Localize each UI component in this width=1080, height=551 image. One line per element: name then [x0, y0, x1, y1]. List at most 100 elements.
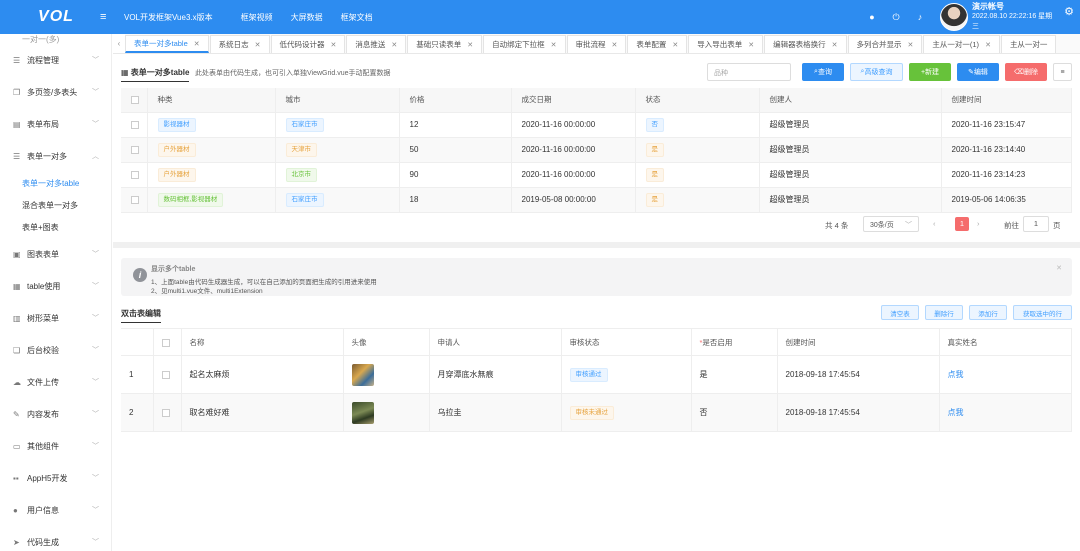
sidebar-item-one-to-many[interactable]: ☰ 表单一对多 ︿	[0, 140, 111, 172]
close-icon[interactable]: ✕	[1056, 264, 1062, 272]
close-icon[interactable]: ✕	[551, 41, 557, 49]
column-header[interactable]: 审核状态	[561, 328, 692, 356]
menu-toggle-icon[interactable]: ≡	[100, 11, 114, 23]
prev-page-icon[interactable]: ‹	[933, 219, 936, 228]
sidebar-item-form-layout[interactable]: ▤ 表单布局 ﹀	[0, 108, 111, 140]
row-checkbox[interactable]	[131, 195, 139, 204]
goto-page-input[interactable]: 1	[1023, 216, 1049, 232]
table-row[interactable]: 影视器材 石家庄市 12 2020-11-16 00:00:00 否 超级管理员…	[121, 112, 1072, 138]
sidebar-item-user-info[interactable]: ● 用户信息 ﹀	[0, 494, 111, 526]
edit-button[interactable]: ✎ 编辑	[957, 63, 999, 81]
tab-lowcode[interactable]: 低代码设计器 ✕	[270, 35, 346, 53]
tab-auto-dropdown[interactable]: 自动绑定下拉框 ✕	[483, 35, 566, 53]
tab-one-to-many-table[interactable]: 表单一对多table ✕	[125, 35, 209, 53]
tab-scroll-left-icon[interactable]: ‹	[113, 34, 125, 53]
more-menu-icon[interactable]: ≡	[1053, 63, 1072, 81]
column-header[interactable]: 创建时间	[777, 328, 940, 356]
table-row[interactable]: 户外器材 天津市 50 2020-11-16 00:00:00 是 超级管理员 …	[121, 137, 1072, 163]
column-header[interactable]: 申请人	[429, 328, 562, 356]
row-checkbox[interactable]	[131, 145, 139, 154]
column-header[interactable]: *是否启用	[691, 328, 778, 356]
sidebar-item-table-usage[interactable]: ▦ table使用 ﹀	[0, 270, 111, 302]
tab-form-config[interactable]: 表单配置 ✕	[627, 35, 688, 53]
click-me-link[interactable]: 点我	[948, 370, 964, 379]
sidebar-item-apph5[interactable]: ▪▪ AppH5开发 ﹀	[0, 462, 111, 494]
row-checkbox[interactable]	[161, 370, 170, 379]
column-header[interactable]: 名称	[181, 328, 344, 356]
gear-icon[interactable]: ⚙	[1058, 5, 1080, 18]
sidebar-item-upload[interactable]: ☁ 文件上传 ﹀	[0, 366, 111, 398]
power-icon[interactable]: ⏻	[884, 12, 908, 23]
cell-applicant[interactable]: 乌拉圭	[429, 393, 562, 432]
sidebar-sub-form-chart[interactable]: 表单+图表	[0, 216, 111, 238]
select-all-checkbox[interactable]	[131, 96, 139, 105]
cell-enabled[interactable]: 是	[691, 355, 778, 394]
cell-enabled[interactable]: 否	[691, 393, 778, 432]
sidebar-item-workflow[interactable]: ☰ 流程管理 ﹀	[0, 44, 111, 76]
cell-name[interactable]: 起名太麻烦	[181, 355, 344, 394]
table-row[interactable]: 1 起名太麻烦 月穿潭底水無痕 审核通过 是 2018-09-18 17:45:…	[121, 355, 1072, 394]
tab-readonly-form[interactable]: 基础只读表单 ✕	[407, 35, 483, 53]
close-icon[interactable]: ✕	[194, 40, 200, 48]
close-icon[interactable]: ✕	[255, 41, 261, 49]
column-header[interactable]: 头像	[343, 328, 430, 356]
row-checkbox[interactable]	[131, 170, 139, 179]
clear-table-button[interactable]: 清空表	[881, 305, 919, 320]
table-row[interactable]: 户外器材 北京市 90 2020-11-16 00:00:00 是 超级管理员 …	[121, 162, 1072, 188]
cell-name[interactable]: 取名难好难	[181, 393, 344, 432]
column-header[interactable]: 状态	[635, 88, 760, 113]
close-icon[interactable]: ✕	[672, 41, 678, 49]
sidebar-item-publish[interactable]: ✎ 内容发布 ﹀	[0, 398, 111, 430]
tab-system-log[interactable]: 系统日志 ✕	[209, 35, 270, 53]
top-nav-videos[interactable]: 框架视频	[241, 12, 273, 23]
close-icon[interactable]: ✕	[908, 41, 914, 49]
row-checkbox[interactable]	[161, 408, 170, 417]
sidebar-item-validation[interactable]: ❏ 后台校验 ﹀	[0, 334, 111, 366]
click-me-link[interactable]: 点我	[948, 408, 964, 417]
top-nav-docs[interactable]: 框架文档	[341, 12, 373, 23]
close-icon[interactable]: ✕	[832, 41, 838, 49]
cell-applicant[interactable]: 月穿潭底水無痕	[429, 355, 562, 394]
tab-editor-wrap[interactable]: 编辑器表格换行 ✕	[764, 35, 847, 53]
avatar-image[interactable]	[351, 401, 374, 424]
column-header[interactable]: 种类	[147, 88, 276, 113]
sidebar-item-components[interactable]: ▭ 其他组件 ﹀	[0, 430, 111, 462]
advanced-query-button[interactable]: ⌕ 高级查询	[850, 63, 903, 81]
tab-master-detail-1[interactable]: 主从一对一(1) ✕	[923, 35, 1000, 53]
tab-merge-columns[interactable]: 多列合并显示 ✕	[847, 35, 923, 53]
column-header[interactable]: 城市	[275, 88, 400, 113]
sidebar-item-codegen[interactable]: ➤ 代码生成 ﹀	[0, 526, 111, 551]
tab-master-detail[interactable]: 主从一对一	[1000, 35, 1057, 53]
close-icon[interactable]: ✕	[748, 41, 754, 49]
tab-approval[interactable]: 审批流程 ✕	[566, 35, 627, 53]
sidebar-sub-one-to-many-table[interactable]: 表单一对多table	[0, 172, 111, 194]
column-header[interactable]: 价格	[399, 88, 512, 113]
close-icon[interactable]: ✕	[391, 41, 397, 49]
tab-message[interactable]: 消息推送 ✕	[346, 35, 407, 53]
sidebar-item-chart-form[interactable]: ▣ 图表表单 ﹀	[0, 238, 111, 270]
user-icon[interactable]: ●	[860, 12, 884, 22]
next-page-icon[interactable]: ›	[977, 219, 980, 228]
sidebar-item-multitab[interactable]: ❐ 多页签/多表头 ﹀	[0, 76, 111, 108]
bell-icon[interactable]: ♪	[908, 12, 932, 22]
column-header[interactable]: 真实姓名	[939, 328, 1072, 356]
column-header[interactable]: 创建人	[759, 88, 942, 113]
page-number-current[interactable]: 1	[955, 217, 969, 231]
get-selected-rows-button[interactable]: 获取选中的行	[1013, 305, 1072, 320]
close-icon[interactable]: ✕	[331, 41, 337, 49]
top-nav-dashboard[interactable]: 大屏数据	[291, 12, 323, 23]
add-button[interactable]: + 新建	[909, 63, 951, 81]
column-header[interactable]: 成交日期	[511, 88, 636, 113]
query-button[interactable]: ⌕ 查询	[802, 63, 844, 81]
sidebar-sub-mixed-form[interactable]: 混合表单一对多	[0, 194, 111, 216]
table-row[interactable]: 数码相框,影视器材 石家庄市 18 2019-05-08 00:00:00 是 …	[121, 187, 1072, 213]
page-size-select[interactable]: 30条/页 ﹀	[863, 216, 919, 232]
search-input[interactable]: 品种	[707, 63, 791, 81]
column-header[interactable]: 创建时间	[941, 88, 1072, 113]
avatar-image[interactable]	[351, 363, 374, 386]
delete-button[interactable]: ⌫ 删除	[1005, 63, 1047, 81]
select-all-checkbox[interactable]	[161, 338, 170, 347]
close-icon[interactable]: ✕	[612, 41, 618, 49]
user-avatar[interactable]	[940, 3, 968, 31]
table-row[interactable]: 2 取名难好难 乌拉圭 审核未通过 否 2018-09-18 17:45:54 …	[121, 393, 1072, 432]
